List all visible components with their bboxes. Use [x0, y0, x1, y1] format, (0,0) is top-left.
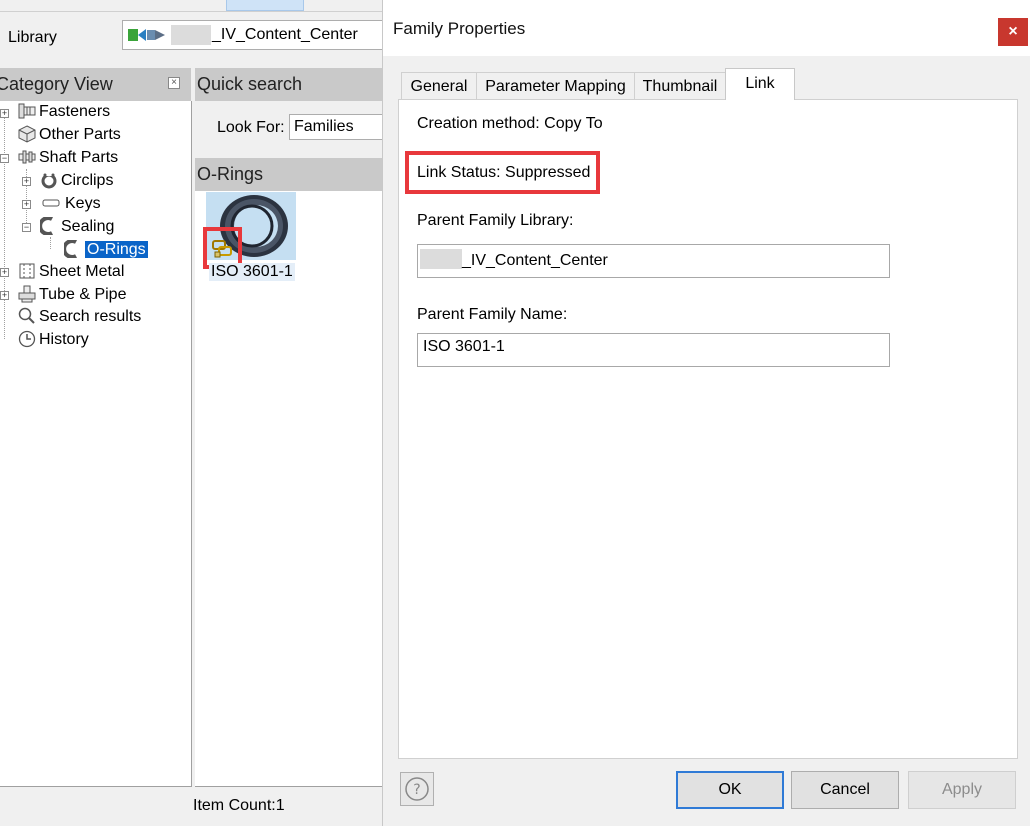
status-bar: Item Count:1 — [0, 787, 382, 826]
ok-button[interactable]: OK — [676, 771, 784, 809]
tree-item-fasteners[interactable]: Fasteners — [18, 101, 110, 123]
tree-item-keys[interactable]: Keys — [40, 193, 101, 215]
keys-icon — [42, 199, 60, 207]
link-tab-panel: Creation method: Copy To Link Status: Su… — [398, 99, 1018, 759]
top-toolbar-strip — [0, 0, 382, 12]
tree-item-label: Search results — [39, 308, 142, 325]
tree-item-circlips[interactable]: Circlips — [40, 170, 113, 192]
library-row: Library _IV_Content_Center — [0, 12, 384, 65]
category-view-title: Category View — [0, 74, 113, 94]
tree-item-label: Sheet Metal — [39, 263, 125, 280]
redacted-text — [171, 25, 211, 45]
tree-line — [50, 237, 51, 249]
help-button[interactable]: ? — [400, 772, 434, 806]
tree-item-tube-pipe[interactable]: Tube & Pipe — [18, 284, 126, 306]
tree-item-search-results[interactable]: Search results — [18, 306, 141, 328]
link-status: Link Status: Suppressed — [417, 164, 591, 181]
parent-family-name-label: Parent Family Name: — [417, 306, 568, 323]
tree-item-o-rings[interactable]: O-Rings — [64, 239, 148, 261]
dialog-title-bar: Family Properties × — [383, 0, 1030, 56]
history-icon — [18, 330, 36, 348]
apply-button[interactable]: Apply — [908, 771, 1016, 809]
sealing-icon — [40, 217, 53, 235]
fasteners-icon — [18, 103, 36, 119]
link-suppressed-icon — [212, 240, 232, 258]
tube-pipe-icon — [18, 285, 36, 303]
quick-search-title: Quick search — [197, 74, 303, 94]
category-view-header: Category View × — [0, 68, 191, 101]
library-value: _IV_Content_Center — [212, 26, 358, 43]
tree-item-label: Circlips — [61, 172, 114, 189]
tree-item-sealing[interactable]: Sealing — [40, 216, 114, 238]
parent-family-library-field[interactable]: _IV_Content_Center — [417, 244, 890, 278]
tree-item-other-parts[interactable]: Other Parts — [18, 124, 121, 146]
family-properties-dialog: Family Properties × General Parameter Ma… — [382, 0, 1030, 826]
tree-item-history[interactable]: History — [18, 329, 89, 351]
circlips-icon — [41, 172, 57, 189]
item-count: Item Count:1 — [193, 797, 285, 814]
tree-expander[interactable]: − — [0, 154, 9, 163]
tree-expander[interactable]: + — [22, 177, 31, 186]
close-icon[interactable]: × — [168, 77, 180, 89]
parent-family-library-label: Parent Family Library: — [417, 212, 574, 229]
family-panel-header: O-Rings — [195, 158, 382, 191]
quick-search-panel: Look For: Families — [195, 101, 384, 153]
other-parts-icon — [18, 125, 36, 143]
tree-item-label: Other Parts — [39, 126, 121, 143]
tab-thumbnail[interactable]: Thumbnail — [634, 72, 726, 100]
tree-expander[interactable]: + — [22, 200, 31, 209]
help-icon: ? — [405, 777, 429, 801]
parent-family-library-value: _IV_Content_Center — [462, 252, 608, 269]
dialog-title: Family Properties — [393, 19, 526, 38]
tree-item-shaft-parts[interactable]: Shaft Parts — [18, 147, 118, 169]
category-tree: + Fasteners Other Parts − Shaft Parts + … — [0, 101, 192, 787]
tree-item-label: History — [39, 331, 89, 348]
search-icon — [18, 307, 35, 324]
tree-item-label: Tube & Pipe — [39, 286, 127, 303]
sheet-metal-icon — [19, 263, 35, 279]
tree-item-sheet-metal[interactable]: Sheet Metal — [18, 261, 124, 283]
tree-item-label: Sealing — [61, 218, 115, 235]
creation-method: Creation method: Copy To — [417, 115, 603, 132]
tree-expander[interactable]: + — [0, 109, 9, 118]
toolbar-selected-tab[interactable] — [226, 0, 304, 11]
o-rings-icon — [64, 240, 77, 258]
quick-search-header: Quick search — [195, 68, 382, 101]
tree-item-label: Keys — [65, 195, 101, 212]
tab-general[interactable]: General — [401, 72, 477, 100]
tab-parameter-mapping[interactable]: Parameter Mapping — [476, 72, 635, 100]
cancel-button[interactable]: Cancel — [791, 771, 899, 809]
tree-expander[interactable]: − — [22, 223, 31, 232]
close-button[interactable]: × — [998, 18, 1028, 46]
library-icon — [128, 29, 165, 41]
redacted-text — [420, 249, 462, 269]
library-label: Library — [8, 29, 57, 46]
look-for-select[interactable]: Families — [289, 114, 384, 140]
tree-item-label: Fasteners — [39, 103, 111, 120]
tree-item-label: Shaft Parts — [39, 149, 119, 166]
tree-item-label: O-Rings — [85, 241, 148, 258]
family-item-label[interactable]: ISO 3601-1 — [209, 263, 295, 281]
tree-expander[interactable]: + — [0, 268, 9, 277]
parent-family-name-field[interactable]: ISO 3601-1 — [417, 333, 890, 367]
family-panel-title: O-Rings — [197, 164, 264, 184]
look-for-label: Look For: — [217, 119, 285, 136]
library-selector[interactable]: _IV_Content_Center — [122, 20, 384, 50]
tree-line — [4, 113, 5, 339]
shaft-parts-icon — [18, 150, 36, 164]
tab-link[interactable]: Link — [725, 68, 795, 100]
tree-expander[interactable]: + — [0, 291, 9, 300]
family-list: ISO 3601-1 — [195, 191, 382, 787]
svg-text:?: ? — [413, 782, 420, 798]
